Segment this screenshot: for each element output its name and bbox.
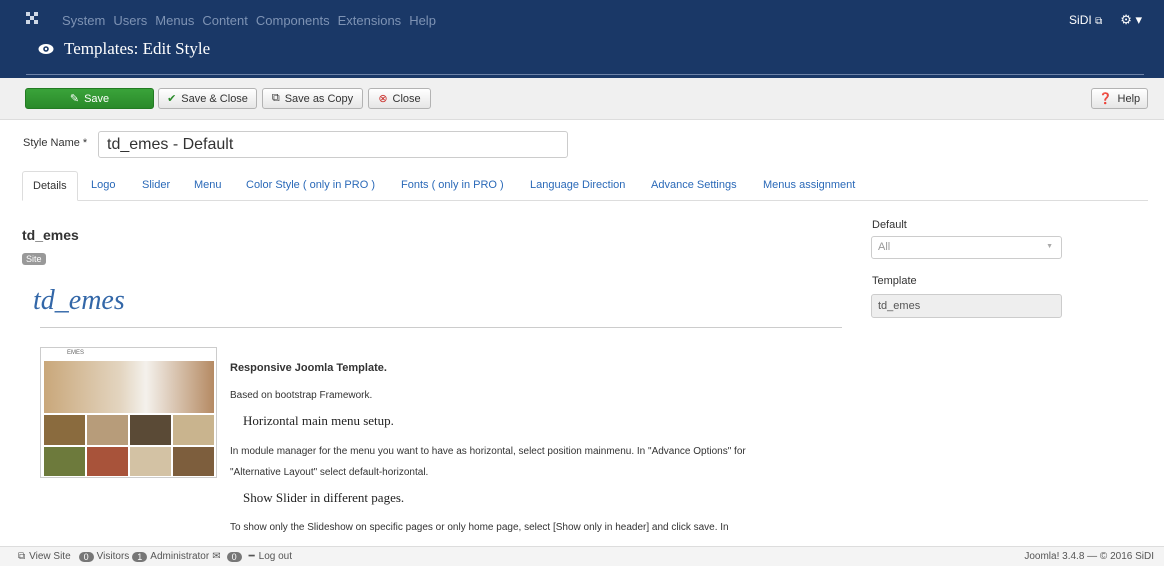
default-label: Default bbox=[872, 219, 907, 231]
gear-icon[interactable]: ⚙ ▾ bbox=[1120, 12, 1142, 28]
close-label: Close bbox=[392, 92, 421, 105]
check-icon: ✔ bbox=[167, 93, 177, 105]
admin-label: Administrator bbox=[150, 551, 210, 562]
main-menu: System Users Menus Content Components Ex… bbox=[62, 13, 444, 28]
menu-content[interactable]: Content bbox=[202, 13, 248, 28]
visitors-count: 0 bbox=[78, 551, 94, 562]
tab-advance-settings[interactable]: Advance Settings bbox=[651, 171, 737, 201]
tab-logo[interactable]: Logo bbox=[91, 171, 115, 201]
envelope-icon[interactable]: ✉ bbox=[212, 551, 220, 562]
save-button[interactable]: ✎ Save bbox=[25, 88, 154, 109]
cancel-icon: ⊗ bbox=[378, 93, 388, 105]
close-button[interactable]: ⊗ Close bbox=[368, 88, 431, 109]
template-label: Template bbox=[872, 275, 917, 287]
view-site-link[interactable]: View Site bbox=[29, 551, 71, 562]
site-badge: Site bbox=[22, 251, 46, 265]
chevron-down-icon: ▼ bbox=[1046, 243, 1053, 250]
tab-details[interactable]: Details bbox=[22, 171, 78, 201]
logout-link[interactable]: Log out bbox=[259, 551, 292, 562]
external-link-icon: ⧉ bbox=[1095, 16, 1103, 27]
style-name-input[interactable]: td_emes - Default bbox=[98, 131, 568, 158]
admin-count: 1 bbox=[132, 551, 148, 562]
title-divider bbox=[40, 327, 842, 328]
template-preview-image: EMES bbox=[40, 347, 217, 478]
tab-color-style[interactable]: Color Style ( only in PRO ) bbox=[246, 171, 375, 201]
menu-system[interactable]: System bbox=[62, 13, 105, 28]
text-menu-setup-1: In module manager for the menu you want … bbox=[230, 446, 746, 457]
question-icon: ❓ bbox=[1098, 93, 1113, 105]
default-select-value: All bbox=[878, 241, 891, 253]
copy-icon: ⧉ bbox=[271, 92, 280, 104]
external-link-icon: ⧉ bbox=[18, 551, 26, 562]
save-copy-label: Save as Copy bbox=[284, 92, 354, 105]
default-select[interactable]: All ▼ bbox=[871, 236, 1062, 259]
minus-icon: ━ bbox=[248, 551, 255, 562]
status-left: ⧉ View Site 0 Visitors 1 Administrator ✉… bbox=[18, 551, 292, 562]
tab-bar: Details Logo Slider Menu Color Style ( o… bbox=[22, 171, 1148, 201]
tab-fonts[interactable]: Fonts ( only in PRO ) bbox=[401, 171, 504, 201]
page-header: Templates: Edit Style bbox=[0, 38, 1164, 78]
page-title: Templates: Edit Style bbox=[64, 39, 211, 58]
preview-caption: EMES bbox=[67, 350, 85, 356]
text-menu-setup-2: "Alternative Layout" select default-hori… bbox=[230, 467, 429, 478]
tab-menus-assignment[interactable]: Menus assignment bbox=[763, 171, 855, 201]
heading-show-slider: Show Slider in different pages. bbox=[243, 490, 405, 505]
edit-icon: ✎ bbox=[69, 93, 80, 105]
tab-slider[interactable]: Slider bbox=[142, 171, 170, 201]
heading-responsive: Responsive Joomla Template. bbox=[230, 362, 387, 374]
save-close-label: Save & Close bbox=[181, 92, 248, 105]
tab-language-direction[interactable]: Language Direction bbox=[530, 171, 625, 201]
header-divider bbox=[26, 74, 1144, 75]
message-count: 0 bbox=[226, 551, 242, 562]
site-link[interactable]: SiDI ⧉ bbox=[1069, 13, 1102, 27]
text-bootstrap: Based on bootstrap Framework. bbox=[230, 390, 373, 401]
version-info: Joomla! 3.4.8 — © 2016 SiDI bbox=[1024, 551, 1154, 562]
menu-help[interactable]: Help bbox=[409, 13, 436, 28]
joomla-logo-icon[interactable] bbox=[24, 10, 40, 26]
user-area: SiDI ⧉ ⚙ ▾ bbox=[1069, 12, 1142, 28]
template-big-title: td_emes bbox=[33, 285, 125, 316]
menu-components[interactable]: Components bbox=[256, 13, 330, 28]
style-name-label: Style Name * bbox=[23, 137, 88, 149]
heading-horizontal-menu: Horizontal main menu setup. bbox=[243, 413, 394, 428]
visitors-label: Visitors bbox=[96, 551, 130, 562]
help-button[interactable]: ❓ Help bbox=[1091, 88, 1148, 109]
site-badge-label: Site bbox=[22, 253, 46, 265]
menu-menus[interactable]: Menus bbox=[155, 13, 194, 28]
save-close-button[interactable]: ✔ Save & Close bbox=[158, 88, 257, 109]
tab-menu[interactable]: Menu bbox=[194, 171, 222, 201]
status-bar: ⧉ View Site 0 Visitors 1 Administrator ✉… bbox=[0, 546, 1164, 566]
save-as-copy-button[interactable]: ⧉ Save as Copy bbox=[262, 88, 363, 109]
help-label: Help bbox=[1117, 92, 1141, 105]
menu-users[interactable]: Users bbox=[113, 13, 147, 28]
top-navbar: System Users Menus Content Components Ex… bbox=[0, 0, 1164, 38]
preview-banner bbox=[44, 361, 214, 413]
text-slider-info: To show only the Slideshow on specific p… bbox=[230, 522, 729, 533]
preview-grid bbox=[44, 415, 214, 476]
save-label: Save bbox=[84, 92, 110, 105]
template-field: td_emes bbox=[871, 294, 1062, 318]
template-name: td_emes bbox=[22, 227, 79, 243]
site-name: SiDI bbox=[1069, 13, 1092, 27]
eye-icon bbox=[38, 44, 54, 54]
toolbar: ✎ Save ✔ Save & Close ⧉ Save as Copy ⊗ Close… bbox=[0, 78, 1164, 120]
menu-extensions[interactable]: Extensions bbox=[338, 13, 402, 28]
